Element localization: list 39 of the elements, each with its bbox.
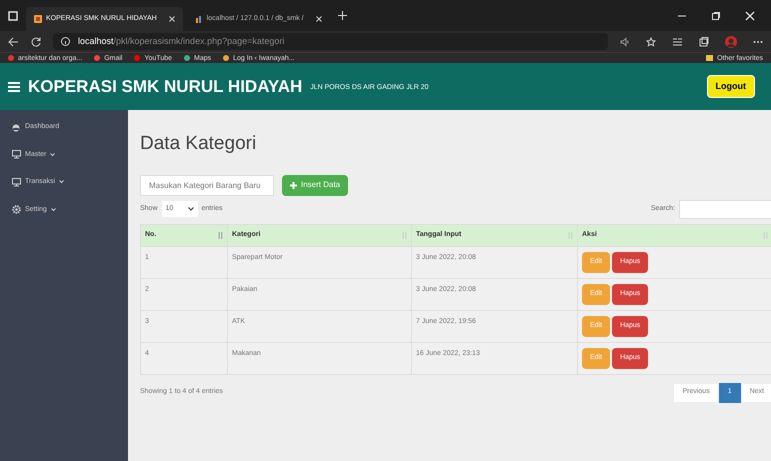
chevron-down-icon: [188, 207, 194, 211]
new-tab-icon[interactable]: [338, 11, 347, 20]
category-input[interactable]: Masukan Kategori Barang Baru: [140, 174, 274, 196]
address-bar[interactable]: localhost/pkl/koperasismk/index.php?page=kategori: [53, 33, 608, 50]
bookmark-icon: [184, 55, 190, 61]
bookmark-icon: [223, 55, 230, 61]
plus-icon: [290, 182, 297, 188]
dashboard-icon: [12, 122, 21, 132]
page-title: Data Kategori: [140, 132, 258, 156]
monitor-icon: [12, 150, 21, 160]
search-field[interactable]: [679, 200, 771, 218]
menu-icon[interactable]: [8, 82, 20, 92]
tab-close-icon[interactable]: [168, 16, 175, 22]
bookmark-icon: [94, 55, 100, 61]
database-favicon-icon: [194, 15, 203, 23]
tab-actions-icon[interactable]: [8, 10, 18, 20]
chevron-down-icon: [50, 152, 56, 157]
app-title: KOPERASI SMK NURUL HIDAYAH: [28, 76, 302, 98]
chevron-down-icon: [50, 208, 56, 212]
refresh-icon[interactable]: [31, 36, 41, 46]
tab-close-icon[interactable]: [316, 16, 322, 22]
restore-icon[interactable]: [711, 10, 721, 20]
bookmark-icon: [8, 55, 14, 61]
back-icon[interactable]: [8, 36, 19, 46]
logout-button[interactable]: Logout: [706, 74, 755, 98]
chevron-down-icon: [59, 180, 64, 184]
speaker-icon[interactable]: [620, 36, 630, 46]
bookmark-icon: [134, 55, 140, 61]
close-icon[interactable]: [745, 10, 755, 20]
profile-avatar-icon[interactable]: [725, 36, 737, 48]
gear-icon: [12, 205, 21, 214]
info-icon: [61, 37, 70, 46]
collections-icon[interactable]: [699, 36, 709, 46]
more-icon[interactable]: [753, 40, 763, 44]
folder-icon: [706, 55, 714, 61]
favorites-list-icon[interactable]: [672, 36, 683, 46]
monitor-icon: [12, 178, 21, 187]
site-favicon-icon: [34, 15, 42, 23]
favorite-icon[interactable]: [646, 36, 656, 46]
